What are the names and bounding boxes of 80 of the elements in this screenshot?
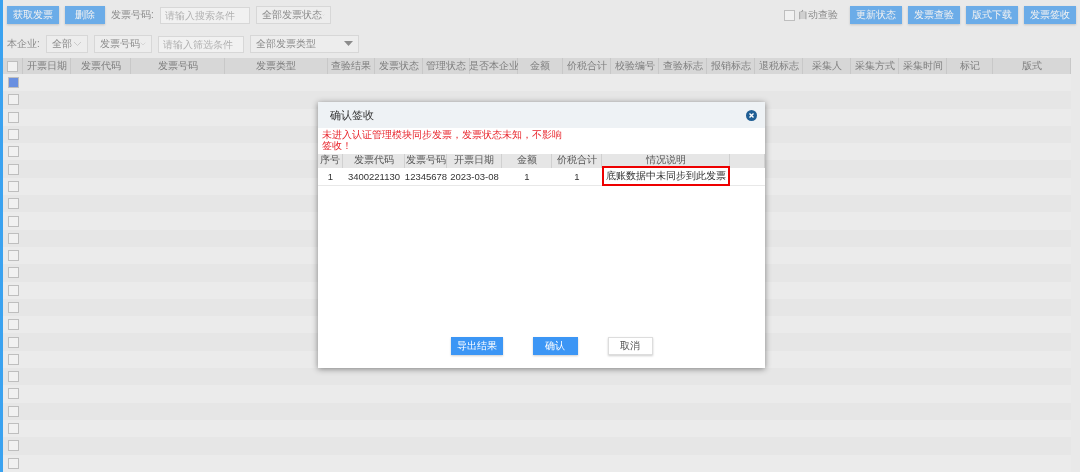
table-cell: 12345678 [405,167,447,186]
column-header: 发票代码 [343,153,405,168]
column-header: 版式 [993,58,1071,74]
column-header: 金额 [518,58,563,74]
row-checkbox[interactable] [7,336,19,348]
table-cell: 1 [502,167,552,186]
column-header: 发票代码 [71,58,131,74]
row-checkbox[interactable] [7,423,19,435]
row-checkbox[interactable] [7,129,19,141]
column-header: 管理状态 [423,58,470,74]
column-header: 价税合计 [563,58,611,74]
dialog-title: 确认签收 [330,107,374,123]
column-header: 发票状态 [375,58,423,74]
column-header: 金额 [502,153,552,168]
column-header: 标记 [947,58,993,74]
column-header: 查验标志 [659,58,707,74]
row-checkbox[interactable] [7,146,19,158]
table-cell: 1 [552,167,602,186]
select-all-checkbox[interactable] [7,60,18,72]
toolbar-button[interactable]: 更新状态 [850,6,902,24]
column-header: 序号 [318,153,343,168]
column-header [730,153,765,168]
row-checkbox[interactable] [7,250,19,262]
field-select[interactable]: 发票号码 [93,35,152,53]
toolbar-button[interactable]: 获取发票 [7,6,59,24]
column-header: 采集人 [803,58,851,74]
row-checkbox[interactable] [7,319,19,331]
chevron-icon [72,41,82,47]
company-label: 本企业: [7,37,40,51]
search-label: 发票号码: [111,8,154,22]
row-checkbox[interactable] [7,163,19,175]
checkbox-label: 自动查验 [798,8,838,22]
table-cell: 底账数据中未同步到此发票 [602,166,730,187]
status-select[interactable]: 全部发票状态 [255,6,331,24]
toolbar-button[interactable]: 发票签收 [1024,6,1076,24]
column-header: 发票号码 [405,153,447,168]
toolbar-button[interactable]: 版式下载 [966,6,1018,24]
column-header: 查验结果 [328,58,375,74]
table-cell: 3400221130 [343,167,405,186]
table-cell: 2023-03-08 [447,167,502,186]
type-select[interactable]: 全部发票类型 [249,35,359,53]
row-checkbox[interactable] [7,232,19,244]
checkbox[interactable] [784,9,795,21]
warning-message: 未进入认证管理模块同步发票，发票状态未知，不影响签收！ [321,128,563,153]
row-checkbox[interactable] [7,284,19,296]
row-checkbox[interactable] [7,180,19,192]
table-cell: 1 [318,167,343,186]
row-checkbox[interactable] [7,405,19,417]
column-header: 采集方式 [851,58,899,74]
dialog-button[interactable]: 取消 [607,337,653,355]
column-header: 开票日期 [447,153,502,168]
close-icon[interactable] [746,109,757,121]
row-checkbox[interactable] [7,215,19,227]
toolbar-button[interactable]: 发票查验 [908,6,960,24]
dropdown-icon [343,41,353,47]
toolbar-button[interactable]: 删除 [65,6,105,24]
row-checkbox[interactable] [7,440,19,452]
column-header: 发票类型 [225,58,328,74]
row-checkbox[interactable] [7,111,19,123]
column-header: 情况说明 [602,153,730,168]
row-checkbox[interactable] [7,77,19,89]
row-checkbox[interactable] [7,198,19,210]
column-header: 开票日期 [23,58,71,74]
row-checkbox[interactable] [7,267,19,279]
row-checkbox[interactable] [7,388,19,400]
column-header: 价税合计 [552,153,602,168]
column-header: 退税标志 [755,58,803,74]
dialog-button[interactable]: 确认 [532,337,578,355]
row-checkbox[interactable] [7,371,19,383]
column-header: 校验编号 [611,58,659,74]
row-checkbox[interactable] [7,457,19,469]
dialog-button[interactable]: 导出结果 [450,337,503,355]
company-select[interactable]: 全部 [45,35,88,53]
column-header: 是否本企业 [470,58,518,74]
row-checkbox[interactable] [7,94,19,106]
row-checkbox[interactable] [7,302,19,313]
column-header: 报销标志 [707,58,755,74]
row-checkbox[interactable] [7,353,19,365]
column-header: 采集时间 [899,58,947,74]
column-header: 发票号码 [131,58,225,74]
